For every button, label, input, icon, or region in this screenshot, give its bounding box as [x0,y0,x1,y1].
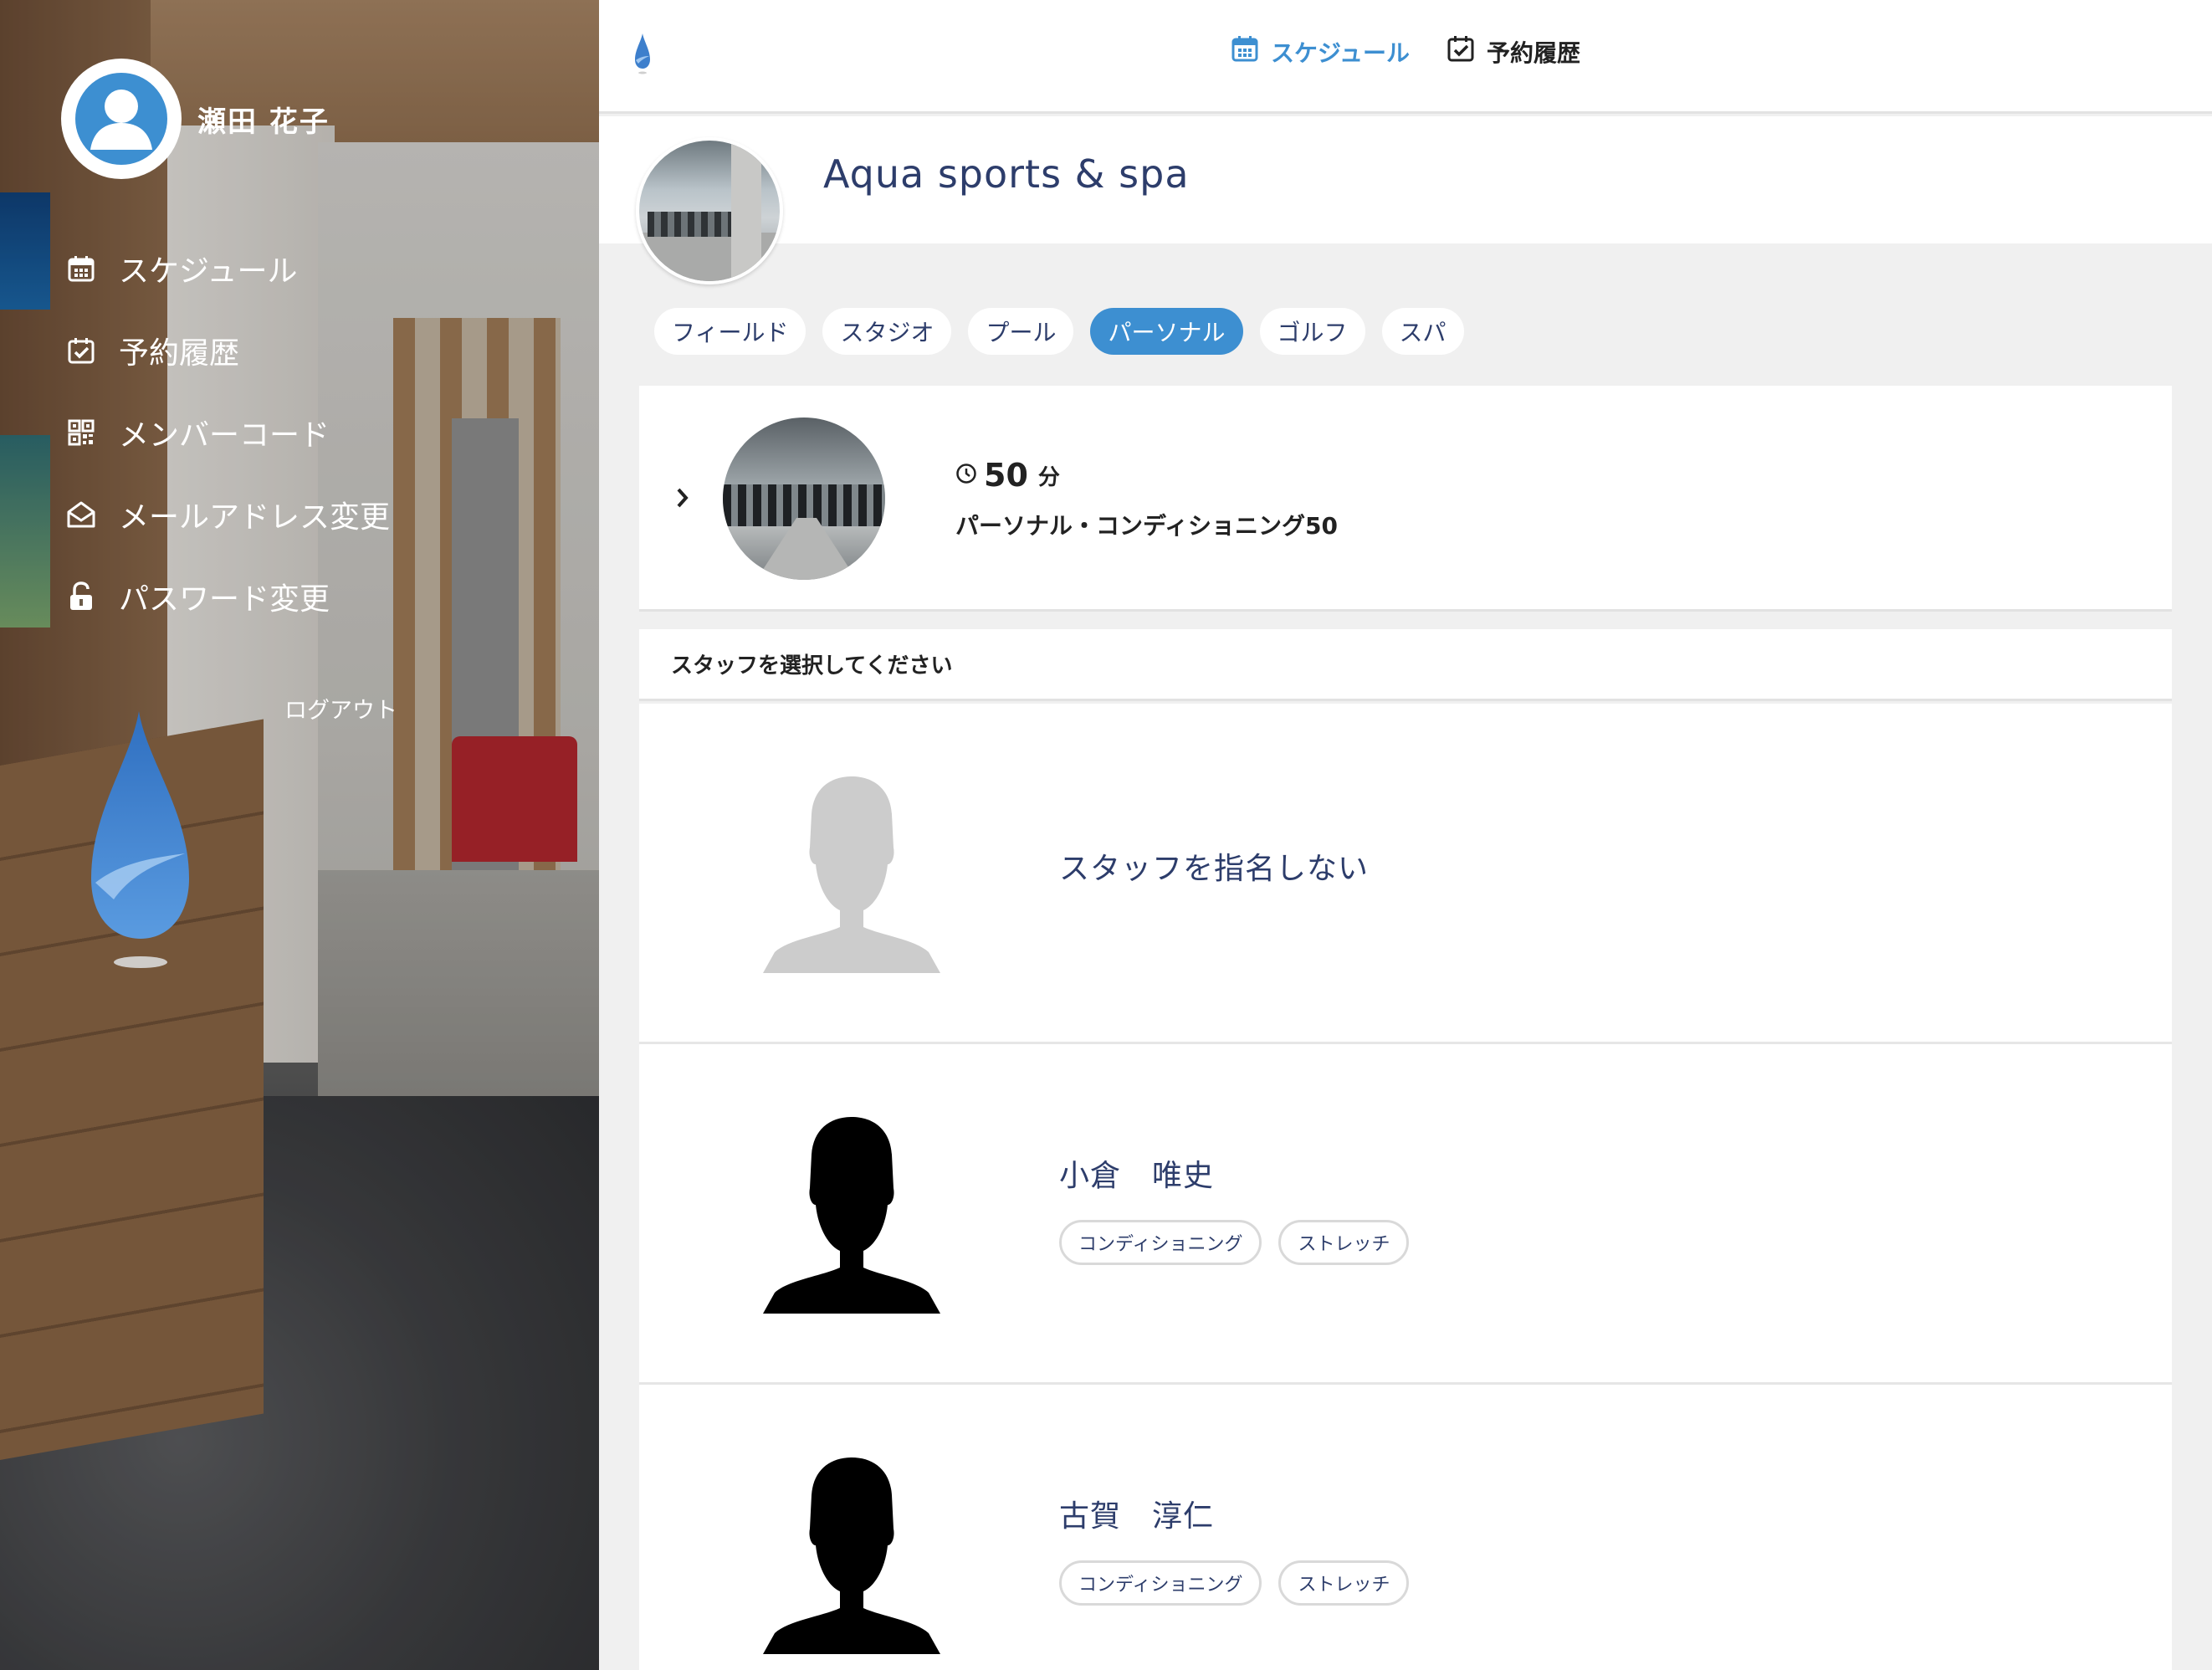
staff-tag: ストレッチ [1278,1560,1410,1606]
calendar-icon [1231,33,1259,69]
chevron-right-icon[interactable] [674,485,691,514]
qr-code-icon [65,417,97,448]
topnav-label: スケジュール [1270,38,1411,67]
course-image [723,418,885,580]
sidebar: 瀬田 花子 スケジュール 予約履歴 メンバーコード メールアドレス変更 パスワー… [0,0,599,1670]
topnav-history[interactable]: 予約履歴 [1447,33,1580,69]
sidebar-menu: スケジュール 予約履歴 メンバーコード メールアドレス変更 パスワード変更 [65,228,390,638]
clock-icon [955,463,977,488]
staff-name: 小倉 唯史 [1059,1159,1215,1193]
user-icon [75,73,167,165]
staff-list: スタッフを指名しない 小倉 唯史 コンディショニング ストレッチ 古賀 淳仁 コ… [639,704,2172,1670]
user-name: 瀬田 花子 [197,105,330,139]
staff-row-no-preference[interactable]: スタッフを指名しない [639,704,2172,1044]
user-avatar[interactable] [61,59,182,179]
facility-image [636,137,783,284]
category-tab-studio[interactable]: スタジオ [822,308,952,355]
course-duration: 50 分 [955,457,1060,494]
sidebar-item-label: 予約履歴 [119,336,240,371]
staff-tag: ストレッチ [1278,1220,1410,1265]
logout-link[interactable]: ログアウト [284,692,397,725]
topnav-label: 予約履歴 [1487,38,1581,67]
main-content: スケジュール 予約履歴 Aqua sports & spa フィールド スタジオ… [599,0,2212,1670]
course-name: パーソナル・コンディショニング50 [955,512,1339,540]
topnav-schedule[interactable]: スケジュール [1231,33,1410,69]
calendar-check-icon [65,335,97,366]
staff-tags: コンディショニング ストレッチ [1059,1560,1410,1606]
course-duration-unit: 分 [1037,464,1060,490]
staff-row[interactable]: 古賀 淳仁 コンディショニング ストレッチ [639,1385,2172,1670]
staff-name: 古賀 淳仁 [1059,1499,1215,1534]
category-tab-golf[interactable]: ゴルフ [1259,308,1365,355]
category-tab-pool[interactable]: プール [968,308,1074,355]
staff-avatar-icon [763,1453,940,1657]
top-bar: スケジュール 予約履歴 [599,0,2212,114]
unlock-icon [65,581,97,612]
staff-tag: コンディショニング [1059,1560,1262,1606]
sidebar-item-email-change[interactable]: メールアドレス変更 [65,474,390,556]
category-tabs: フィールド スタジオ プール パーソナル ゴルフ スパ [654,308,1464,355]
category-tab-field[interactable]: フィールド [654,308,806,355]
sidebar-item-schedule[interactable]: スケジュール [65,228,390,310]
category-tab-spa[interactable]: スパ [1381,308,1464,355]
staff-tag: コンディショニング [1059,1220,1262,1265]
sidebar-item-password-change[interactable]: パスワード変更 [65,556,390,638]
staff-avatar-icon [763,1113,940,1317]
sidebar-item-history[interactable]: 予約履歴 [65,310,390,392]
mail-open-icon [65,499,97,530]
staff-tags: コンディショニング ストレッチ [1059,1220,1410,1265]
sidebar-item-label: スケジュール [119,254,298,289]
staff-name: スタッフを指名しない [1059,852,1370,886]
course-card[interactable]: 50 分 パーソナル・コンディショニング50 [639,386,2172,612]
calendar-check-icon [1447,33,1475,69]
category-tab-personal[interactable]: パーソナル [1090,308,1243,355]
course-duration-value: 50 [984,457,1028,494]
staff-row[interactable]: 小倉 唯史 コンディショニング ストレッチ [639,1044,2172,1385]
staff-placeholder-icon [763,772,940,976]
calendar-icon [65,253,97,284]
facility-header: Aqua sports & spa [599,116,2212,284]
staff-section-title: スタッフを選択してください [639,629,2172,701]
brand-logo [89,711,197,982]
sidebar-item-label: パスワード変更 [119,582,330,617]
sidebar-item-label: メンバーコード [119,418,330,453]
sidebar-item-member-code[interactable]: メンバーコード [65,392,390,474]
facility-name: Aqua sports & spa [823,151,1190,197]
sidebar-item-label: メールアドレス変更 [119,500,391,535]
top-nav: スケジュール 予約履歴 [599,33,2212,69]
